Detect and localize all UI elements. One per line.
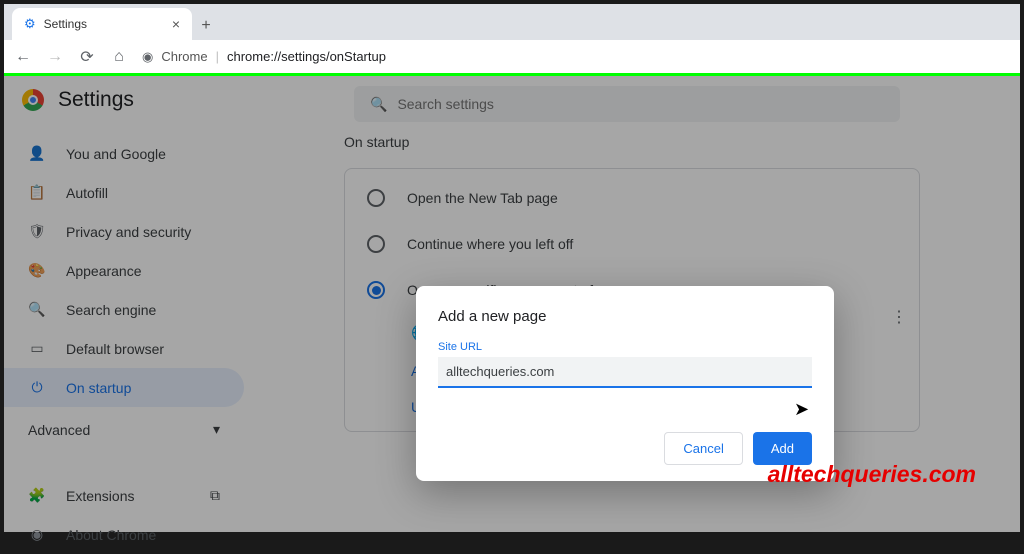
back-icon[interactable]: ← — [14, 48, 32, 66]
address-bar: ← → ⟳ ⌂ ◉ Chrome | chrome://settings/onS… — [4, 40, 1020, 76]
field-label: Site URL — [438, 341, 812, 353]
address-host: Chrome — [161, 49, 207, 64]
reload-icon[interactable]: ⟳ — [78, 47, 96, 67]
site-info-icon[interactable]: ◉ — [142, 49, 153, 65]
new-tab-button[interactable]: + — [192, 12, 220, 40]
browser-tab-bar: ⚙ Settings × + — [4, 4, 1020, 40]
browser-tab[interactable]: ⚙ Settings × — [12, 8, 192, 40]
close-icon[interactable]: × — [172, 16, 180, 32]
address-input[interactable]: ◉ Chrome | chrome://settings/onStartup — [142, 49, 1010, 65]
watermark: alltechqueries.com — [768, 461, 976, 488]
dialog-title: Add a new page — [438, 308, 812, 325]
add-page-dialog: Add a new page Site URL Cancel Add — [416, 286, 834, 481]
forward-icon[interactable]: → — [46, 48, 64, 66]
tab-title: Settings — [44, 17, 87, 31]
cancel-button[interactable]: Cancel — [664, 432, 742, 465]
site-url-input[interactable] — [438, 357, 812, 388]
home-icon[interactable]: ⌂ — [110, 48, 128, 66]
cursor-icon: ➤ — [794, 399, 809, 420]
address-path: chrome://settings/onStartup — [227, 49, 386, 64]
gear-icon: ⚙ — [24, 16, 36, 32]
